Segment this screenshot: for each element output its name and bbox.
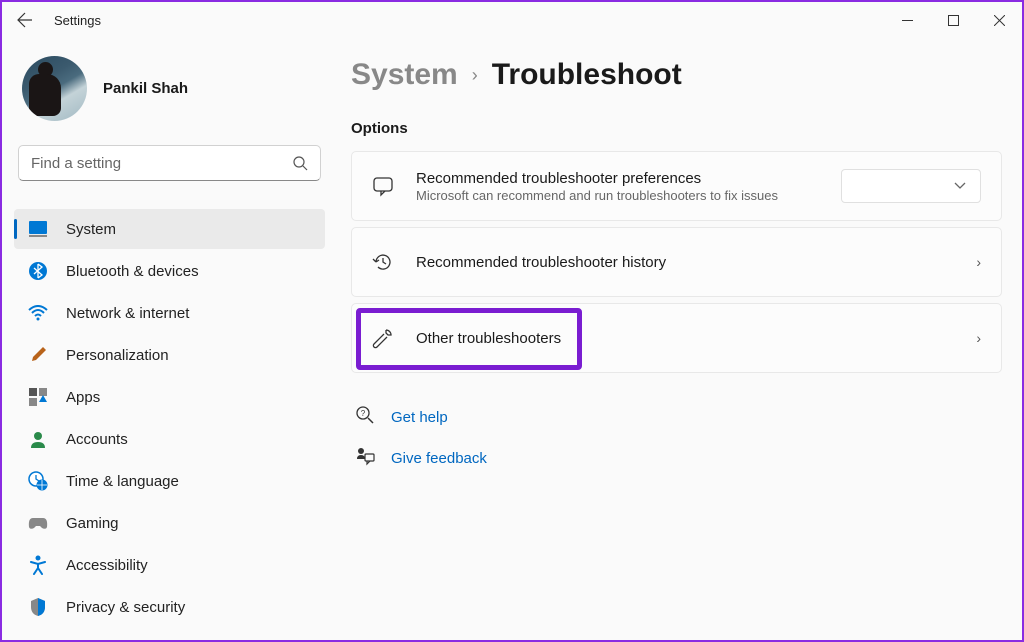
- minimize-icon: [902, 15, 913, 26]
- search-input[interactable]: [31, 155, 292, 172]
- sidebar-item-system[interactable]: System: [14, 209, 325, 249]
- clock-globe-icon: [28, 471, 48, 491]
- sidebar-item-gaming[interactable]: Gaming: [14, 503, 325, 543]
- chevron-right-icon: ›: [976, 254, 981, 270]
- back-button[interactable]: [10, 5, 40, 35]
- maximize-button[interactable]: [930, 2, 976, 38]
- get-help-link[interactable]: ? Get help: [351, 397, 1002, 438]
- sidebar-item-network[interactable]: Network & internet: [14, 293, 325, 333]
- sidebar-item-accounts[interactable]: Accounts: [14, 419, 325, 459]
- chevron-right-icon: ›: [472, 65, 478, 86]
- wifi-icon: [28, 303, 48, 323]
- display-icon: [28, 219, 48, 239]
- link-label: Get help: [391, 409, 448, 426]
- breadcrumb-parent[interactable]: System: [351, 58, 458, 92]
- search-icon: [292, 155, 308, 171]
- sidebar-item-privacy[interactable]: Privacy & security: [14, 587, 325, 627]
- brush-icon: [28, 345, 48, 365]
- link-label: Give feedback: [391, 450, 487, 467]
- feedback-icon: [355, 446, 377, 471]
- arrow-left-icon: [17, 12, 33, 28]
- sidebar-item-time-language[interactable]: Time & language: [14, 461, 325, 501]
- sidebar-item-label: Bluetooth & devices: [66, 263, 199, 280]
- give-feedback-link[interactable]: Give feedback: [351, 438, 1002, 479]
- gamepad-icon: [28, 513, 48, 533]
- breadcrumb-current: Troubleshoot: [492, 58, 682, 92]
- sidebar-item-bluetooth[interactable]: Bluetooth & devices: [14, 251, 325, 291]
- section-heading: Options: [351, 120, 1002, 137]
- sidebar-item-apps[interactable]: Apps: [14, 377, 325, 417]
- preferences-dropdown[interactable]: [841, 169, 981, 203]
- bluetooth-icon: [28, 261, 48, 281]
- card-title: Recommended troubleshooter preferences: [416, 170, 841, 187]
- sidebar-item-label: System: [66, 221, 116, 238]
- card-recommended-history[interactable]: Recommended troubleshooter history ›: [351, 227, 1002, 297]
- sidebar-item-label: Gaming: [66, 515, 119, 532]
- avatar: [22, 56, 87, 121]
- history-icon: [372, 251, 394, 273]
- person-icon: [28, 429, 48, 449]
- sidebar-item-label: Privacy & security: [66, 599, 185, 616]
- help-icon: ?: [355, 405, 377, 430]
- sidebar-item-accessibility[interactable]: Accessibility: [14, 545, 325, 585]
- minimize-button[interactable]: [884, 2, 930, 38]
- wrench-icon: [372, 327, 394, 349]
- apps-icon: [28, 387, 48, 407]
- breadcrumb: System › Troubleshoot: [351, 58, 1002, 92]
- window-title: Settings: [54, 13, 101, 28]
- sidebar-item-label: Accounts: [66, 431, 128, 448]
- comment-icon: [372, 175, 394, 197]
- sidebar-item-label: Network & internet: [66, 305, 189, 322]
- chevron-down-icon: [954, 182, 966, 190]
- card-other-troubleshooters[interactable]: Other troubleshooters ›: [351, 303, 1002, 373]
- sidebar-item-personalization[interactable]: Personalization: [14, 335, 325, 375]
- card-recommended-preferences[interactable]: Recommended troubleshooter preferences M…: [351, 151, 1002, 221]
- svg-text:?: ?: [361, 409, 366, 418]
- search-box[interactable]: [18, 145, 321, 181]
- card-subtitle: Microsoft can recommend and run troubles…: [416, 188, 841, 203]
- card-title: Recommended troubleshooter history: [416, 254, 976, 271]
- close-button[interactable]: [976, 2, 1022, 38]
- card-title: Other troubleshooters: [416, 330, 976, 347]
- profile-block[interactable]: Pankil Shah: [14, 46, 325, 145]
- sidebar-item-label: Personalization: [66, 347, 169, 364]
- close-icon: [994, 15, 1005, 26]
- maximize-icon: [948, 15, 959, 26]
- accessibility-icon: [28, 555, 48, 575]
- profile-name: Pankil Shah: [103, 80, 188, 97]
- sidebar-item-label: Accessibility: [66, 557, 148, 574]
- shield-icon: [28, 597, 48, 617]
- sidebar-item-label: Time & language: [66, 473, 179, 490]
- sidebar-item-label: Apps: [66, 389, 100, 406]
- chevron-right-icon: ›: [976, 330, 981, 346]
